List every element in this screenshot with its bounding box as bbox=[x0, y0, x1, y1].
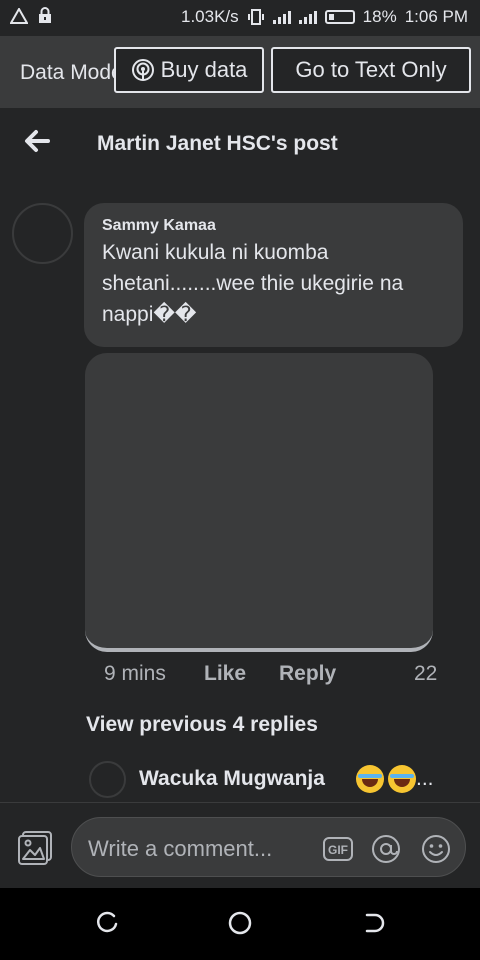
clock: 1:06 PM bbox=[404, 7, 468, 26]
back-icon[interactable] bbox=[361, 910, 387, 936]
photo-icon[interactable] bbox=[16, 829, 54, 867]
comment-media[interactable] bbox=[85, 353, 433, 652]
comment-time: 9 mins bbox=[104, 662, 166, 685]
back-arrow-icon[interactable] bbox=[22, 126, 52, 156]
reply-button[interactable]: Reply bbox=[279, 662, 336, 686]
data-mode-label: Data Mode bbox=[20, 61, 120, 84]
comment-text: Kwani kukula ni kuomba shetani........we… bbox=[102, 241, 404, 326]
comment-author[interactable]: Sammy Kamaa bbox=[102, 217, 445, 235]
vibrate-icon bbox=[247, 9, 264, 25]
commenter-avatar[interactable] bbox=[12, 203, 73, 264]
battery-icon bbox=[324, 10, 355, 24]
view-previous-replies[interactable]: View previous 4 replies bbox=[86, 713, 318, 737]
comment-input[interactable]: Write a comment... GIF bbox=[71, 817, 466, 877]
page-title: Martin Janet HSC's post bbox=[97, 132, 338, 155]
reply-author[interactable]: Wacuka Mugwanja bbox=[139, 767, 325, 791]
lock-icon bbox=[39, 7, 51, 23]
svg-text:GIF: GIF bbox=[328, 843, 348, 857]
status-bar: 1.03K/s 18% 1:06 PM bbox=[0, 0, 480, 36]
like-button[interactable]: Like bbox=[204, 662, 246, 686]
post-header: Martin Janet HSC's post bbox=[0, 108, 480, 180]
home-icon[interactable] bbox=[227, 910, 253, 936]
reply-ellipsis: ... bbox=[416, 767, 434, 790]
buy-data-button[interactable]: Buy data bbox=[114, 47, 264, 93]
recents-icon[interactable] bbox=[95, 910, 121, 936]
buy-data-label: Buy data bbox=[160, 57, 248, 82]
comment-composer: Write a comment... GIF bbox=[0, 802, 480, 888]
reply-preview[interactable]: Wacuka Mugwanja ... bbox=[0, 756, 480, 802]
battery-percent: 18% bbox=[362, 7, 397, 26]
at-icon[interactable] bbox=[371, 834, 401, 864]
gif-icon[interactable]: GIF bbox=[323, 834, 353, 864]
text-only-button[interactable]: Go to Text Only bbox=[271, 47, 471, 93]
reaction-count[interactable]: 22 bbox=[414, 662, 437, 686]
text-only-label: Go to Text Only bbox=[295, 57, 447, 82]
network-speed: 1.03K/s bbox=[181, 7, 239, 26]
reply-avatar[interactable] bbox=[89, 761, 126, 798]
alert-triangle-icon bbox=[10, 7, 28, 24]
data-mode-bar: Data Mode Buy data Go to Text Only bbox=[0, 36, 480, 108]
emoji-icon[interactable] bbox=[421, 834, 451, 864]
signal-icon bbox=[298, 10, 317, 24]
signal-icon bbox=[272, 10, 291, 24]
comment-placeholder: Write a comment... bbox=[88, 836, 273, 861]
system-nav-bar bbox=[0, 888, 480, 960]
broadcast-icon bbox=[131, 59, 154, 81]
face-with-tears-of-joy-icon bbox=[356, 765, 384, 793]
comment-bubble[interactable]: Sammy Kamaa Kwani kukula ni kuomba sheta… bbox=[84, 203, 463, 347]
face-with-tears-of-joy-icon bbox=[388, 765, 416, 793]
